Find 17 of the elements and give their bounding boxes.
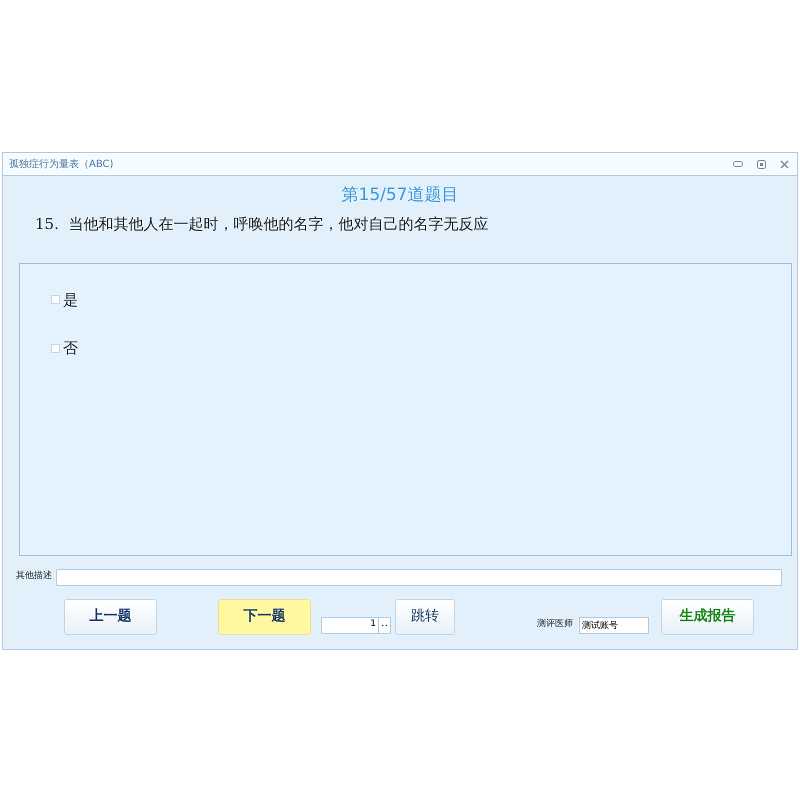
minimize-icon[interactable] xyxy=(733,161,743,167)
next-button[interactable]: 下一题 xyxy=(218,598,311,634)
option-checkbox[interactable]: 是 xyxy=(51,288,78,311)
maximize-icon[interactable] xyxy=(757,160,766,168)
jump-button[interactable]: 跳转 xyxy=(395,598,455,634)
generate-report-button[interactable]: 生成报告 xyxy=(661,598,754,634)
evaluator-label: 测评医师 xyxy=(537,618,573,631)
previous-button[interactable]: 上一题 xyxy=(64,598,157,634)
other-description-label: 其他描述 xyxy=(16,570,52,584)
window-title: 孤独症行为量表（ABC) xyxy=(9,158,114,172)
jump-spinner[interactable]: 1 xyxy=(321,616,391,634)
question-text: 15. 当他和其他人在一起时，呼唤他的名字，他对自己的名字无反应 xyxy=(35,214,488,232)
close-icon[interactable] xyxy=(780,160,789,168)
spinner-icon[interactable] xyxy=(378,618,390,632)
option-checkbox[interactable]: 否 xyxy=(51,337,78,360)
evaluator-field[interactable]: 测试账号 xyxy=(579,616,649,634)
page-heading: 第15/57道题目 xyxy=(342,184,458,207)
